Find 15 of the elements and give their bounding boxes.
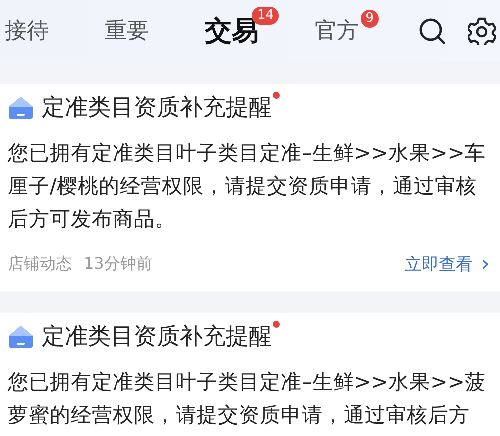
house-icon xyxy=(8,96,34,120)
notice-time: 13分钟前 xyxy=(84,254,152,275)
notice-title: 定准类目资质补充提醒 xyxy=(42,94,272,123)
notice-source: 店铺动态 xyxy=(8,254,72,275)
notice-text: 您已拥有定准类目叶子类目定准–生鲜>>水果>>菠萝蜜的经营权限，请提交资质申请，通过审核后方 xyxy=(8,369,486,429)
tab[interactable]: 重要 xyxy=(105,16,149,46)
tab[interactable]: 接待 xyxy=(5,16,49,46)
search-icon[interactable] xyxy=(418,17,446,45)
notice-title: 定准类目资质补充提醒 xyxy=(42,323,272,352)
tab[interactable]: 官方 xyxy=(315,16,359,46)
view-link[interactable]: 立即查看 › xyxy=(405,252,490,277)
notice-text: 您已拥有定准类目叶子类目定准–生鲜>>水果>>车厘子/樱桃的经营权限，请提交资质申请，通过审核后方可发布商品。 xyxy=(8,140,486,233)
count-badge: 9 xyxy=(360,10,379,28)
settings-icon[interactable] xyxy=(468,17,496,45)
house-icon xyxy=(8,324,34,348)
